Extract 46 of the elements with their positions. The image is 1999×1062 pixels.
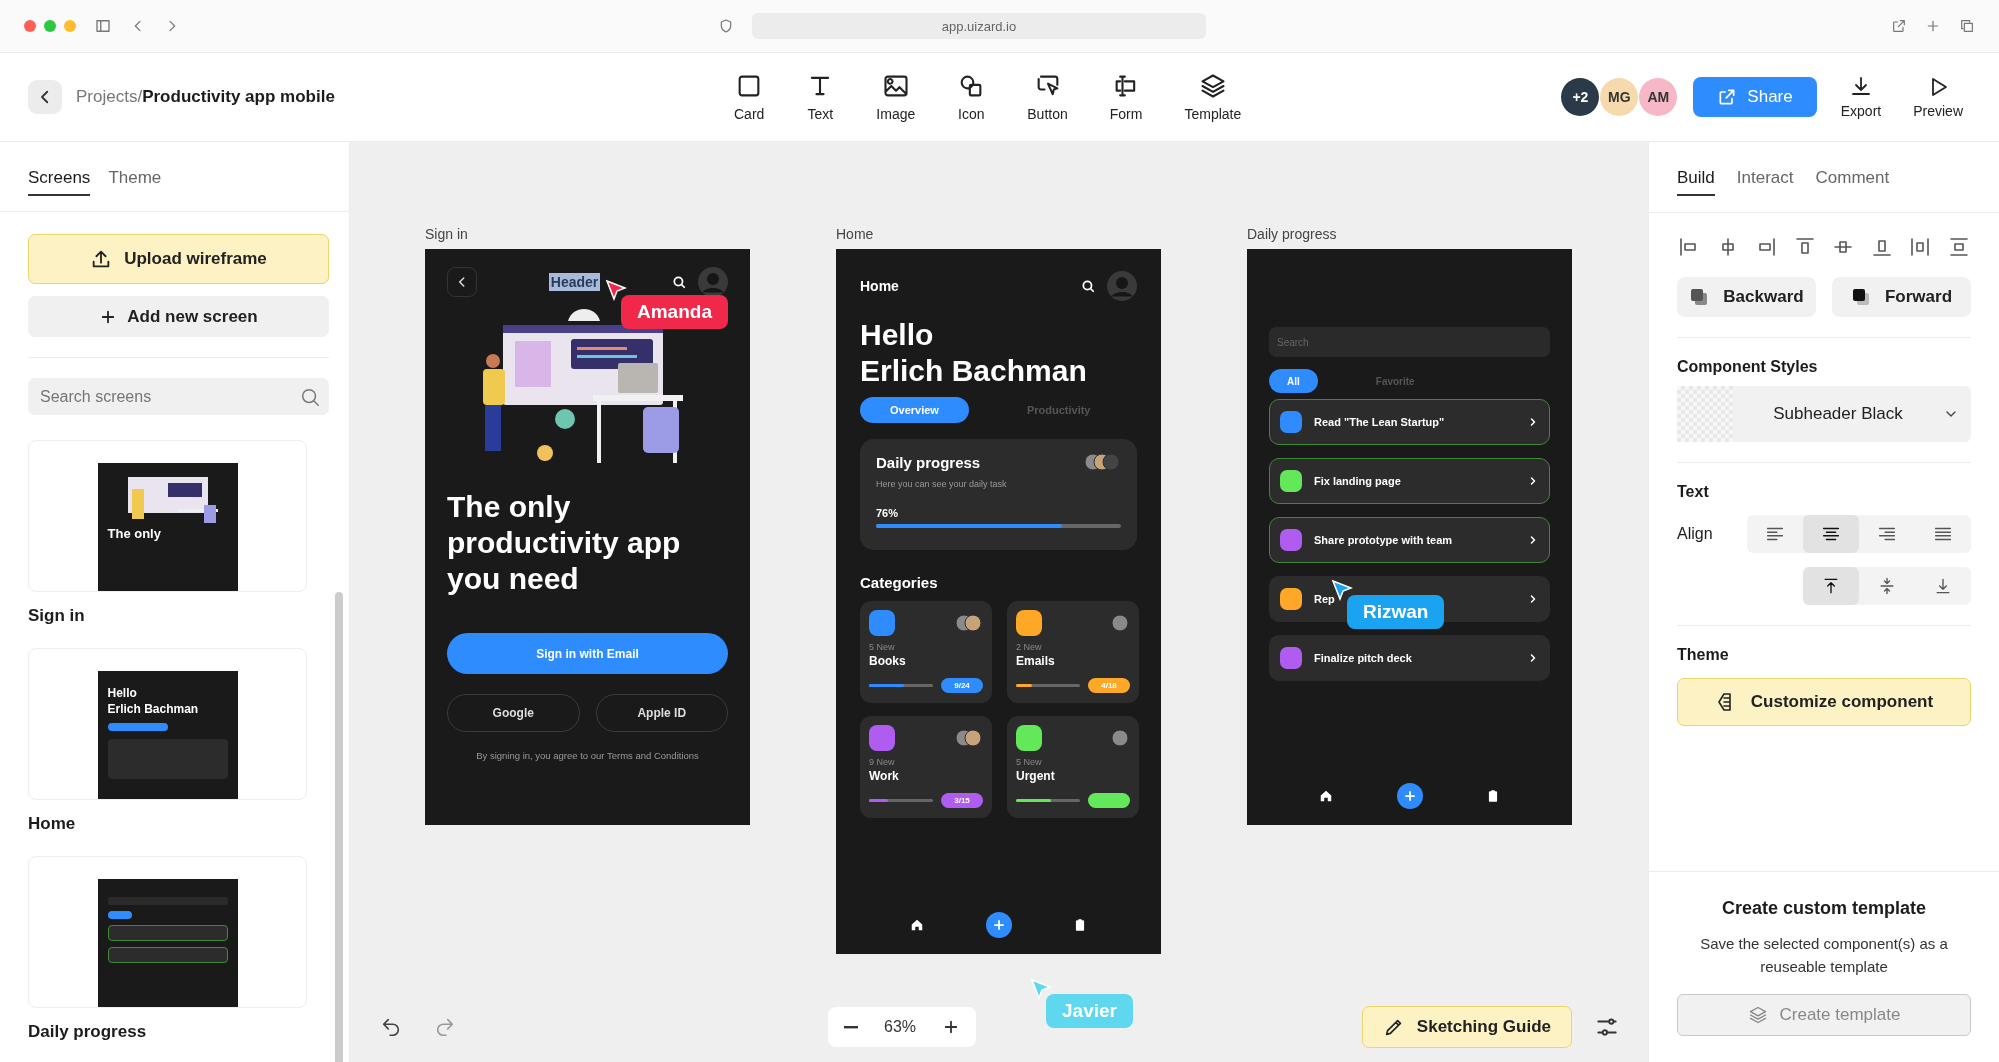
align-label: Align — [1677, 525, 1714, 543]
screen-name: Sign in — [28, 606, 86, 626]
card-title: Daily progress — [876, 453, 981, 471]
thumbnail-text: Erlich Bachman — [107, 702, 200, 717]
category-count: 5 New — [869, 642, 896, 652]
zoom-level: 63% — [884, 1018, 917, 1036]
screen-name: Daily progress — [28, 1022, 148, 1042]
screen-name: Home — [28, 814, 77, 834]
collaborator-name-tag: Javier — [1046, 994, 1133, 1028]
category-name: Urgent — [1016, 769, 1056, 783]
section-title: Create custom template — [1721, 898, 1927, 919]
task-title: Finalize pitch deck — [1314, 652, 1413, 664]
collaborator-name-tag: Amanda — [621, 295, 728, 329]
section-title: Categories — [860, 574, 939, 591]
category-count: 2 New — [1016, 642, 1043, 652]
category-name: Emails — [1016, 654, 1056, 668]
progress-badge: 4/18 — [1088, 678, 1130, 693]
header-text: Header — [548, 273, 601, 291]
category-name: Books — [869, 654, 907, 668]
card-subtitle: Here you can see your daily task — [876, 479, 1008, 489]
progress-percent: 76% — [876, 507, 900, 519]
category-count: 5 New — [1016, 757, 1043, 767]
greeting: Hello — [860, 317, 935, 353]
screen-label: Sign in — [425, 226, 469, 242]
screen-title: Home — [860, 278, 899, 294]
task-title: Fix landing page — [1314, 475, 1402, 487]
progress-badge: 9/24 — [941, 678, 983, 693]
task-title: Read "The Lean Startup" — [1314, 416, 1446, 428]
user-name: Erlich Bachman — [860, 353, 1088, 389]
task-title: Share prototype with team — [1314, 534, 1454, 546]
screen-label: Daily progress — [1247, 226, 1338, 242]
collaborator-name-tag: Rizwan — [1347, 595, 1445, 629]
thumbnail-text: The only — [107, 527, 162, 542]
section-title: Theme — [1677, 646, 1730, 664]
breadcrumb: Projects/Productivity app mobile — [76, 87, 335, 107]
thumbnail-text: Hello — [107, 687, 138, 701]
section-title: Text — [1677, 483, 1710, 501]
task-title: Rep — [1314, 593, 1336, 605]
terms-text: By signing in, you agree to our Terms and Conditions — [475, 750, 700, 761]
template-description: Save the selected component(s) as a reuseable template — [1699, 934, 1949, 977]
category-count: 9 New — [869, 757, 896, 767]
screen-label: Home — [836, 226, 875, 242]
section-title: Component Styles — [1677, 358, 1819, 376]
category-name: Work — [869, 769, 900, 783]
headline: The only productivity app you need — [447, 489, 682, 597]
progress-badge: 3/15 — [941, 793, 983, 808]
